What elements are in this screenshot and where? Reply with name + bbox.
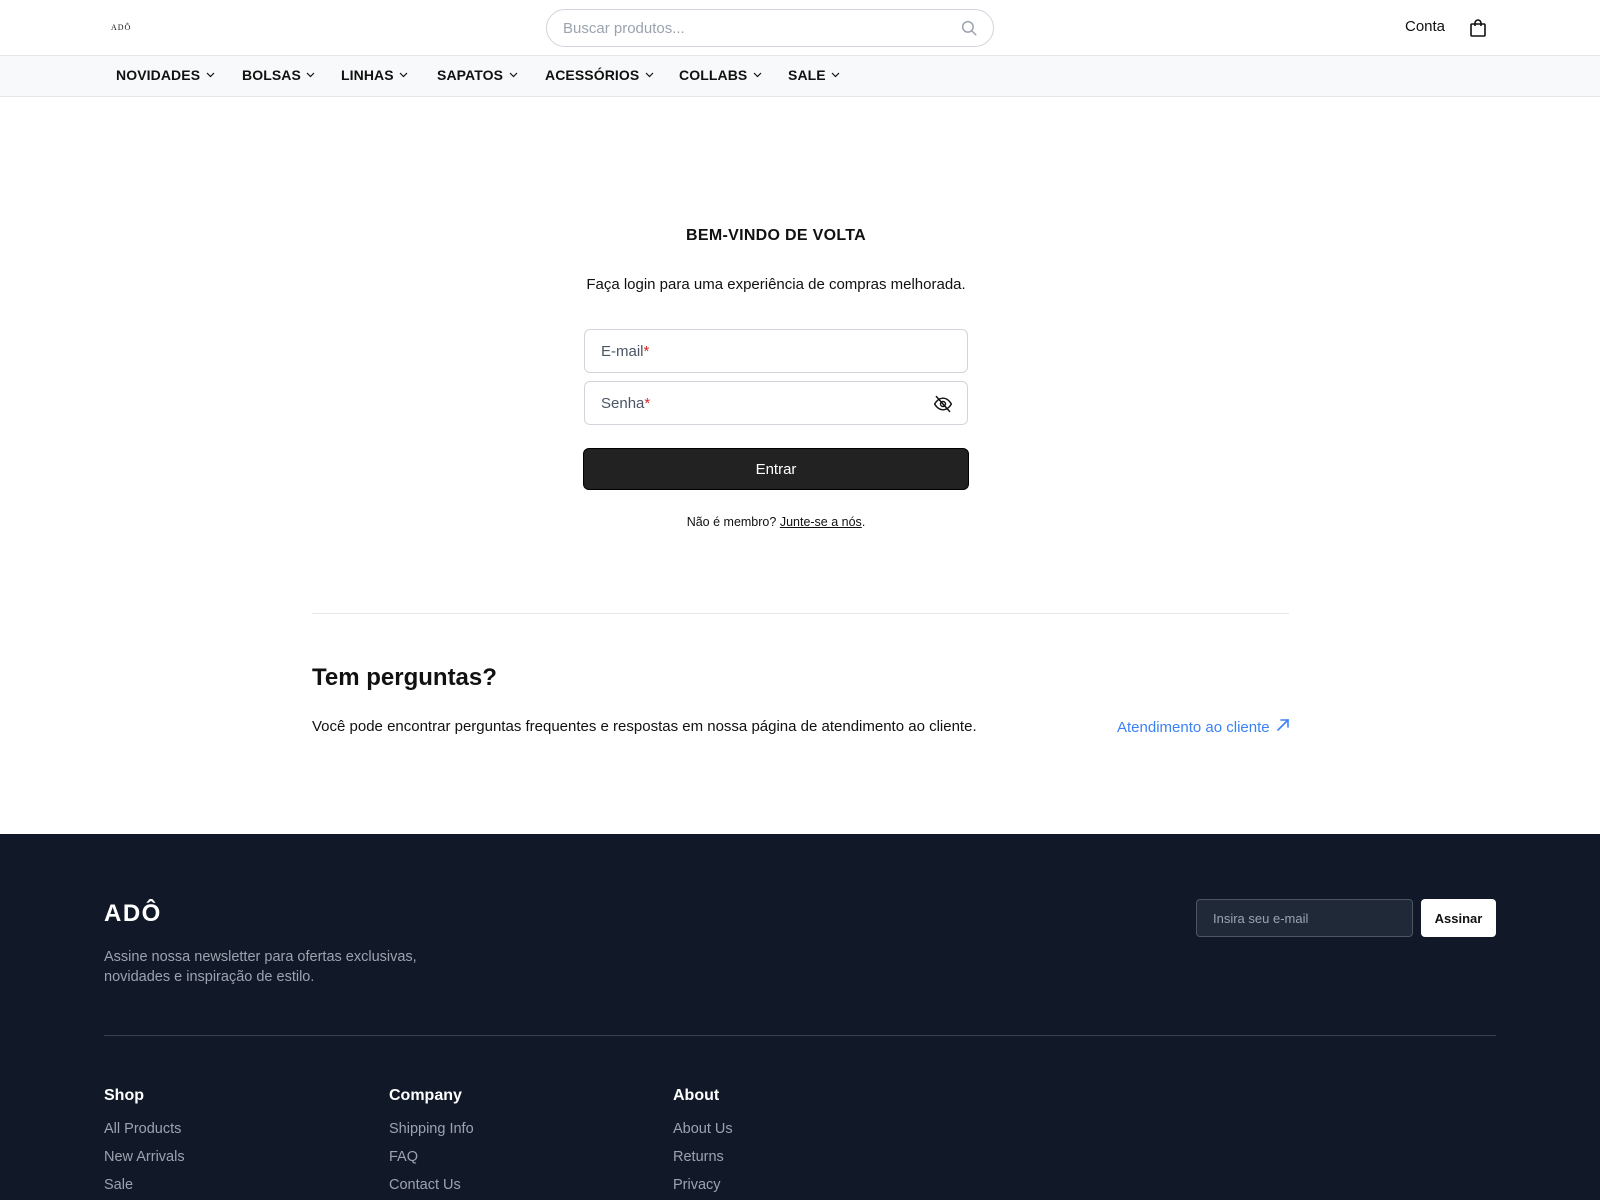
nav-item-label: NOVIDADES — [116, 67, 201, 83]
subscribe-button[interactable]: Assinar — [1421, 899, 1496, 937]
account-link[interactable]: Conta — [1405, 18, 1445, 35]
footer-column-shop: Shop All Products New Arrivals Sale — [104, 1087, 185, 1200]
nav-item-label: BOLSAS — [242, 67, 301, 83]
faq-title: Tem perguntas? — [312, 664, 497, 691]
section-divider — [312, 613, 1289, 614]
nav-item-label: ACESSÓRIOS — [545, 67, 640, 83]
chevron-down-icon — [205, 70, 215, 80]
faq-text: Você pode encontrar perguntas frequentes… — [312, 718, 977, 735]
nav-item-label: SALE — [788, 67, 826, 83]
footer-link[interactable]: All Products — [104, 1119, 185, 1147]
chevron-down-icon — [399, 70, 409, 80]
required-mark: * — [644, 394, 651, 412]
nav-item-collabs[interactable]: COLLABS — [679, 67, 762, 83]
nav-item-linhas[interactable]: LINHAS — [341, 67, 409, 83]
footer-link[interactable]: Sale — [104, 1175, 185, 1200]
site-footer: ADÔ Assine nossa newsletter para ofertas… — [0, 834, 1600, 1200]
footer-link[interactable]: About Us — [673, 1119, 733, 1147]
email-label: E-mail* — [601, 342, 650, 360]
logo[interactable]: ADÔ — [111, 23, 131, 32]
nav-item-label: LINHAS — [341, 67, 394, 83]
footer-link[interactable]: FAQ — [389, 1147, 474, 1175]
footer-column-title: Company — [389, 1087, 462, 1104]
footer-divider — [104, 1035, 1496, 1036]
nav-item-sapatos[interactable]: SAPATOS — [437, 67, 518, 83]
top-header: ADÔ Conta — [0, 0, 1600, 56]
shopping-bag-icon[interactable] — [1468, 17, 1488, 39]
main-nav: NOVIDADES BOLSAS LINHAS SAPATOS ACESSÓRI… — [0, 56, 1600, 97]
chevron-down-icon — [752, 70, 762, 80]
eye-off-icon[interactable] — [933, 394, 953, 414]
join-link[interactable]: Junte-se a nós — [780, 515, 862, 529]
footer-link[interactable]: Contact Us — [389, 1175, 474, 1200]
chevron-down-icon — [831, 70, 841, 80]
email-field[interactable]: E-mail* — [584, 329, 968, 373]
nav-item-label: SAPATOS — [437, 67, 504, 83]
nav-item-sale[interactable]: SALE — [788, 67, 841, 83]
footer-column-company: Company Shipping Info FAQ Contact Us — [389, 1087, 474, 1200]
required-mark: * — [643, 342, 650, 360]
nav-item-label: COLLABS — [679, 67, 748, 83]
password-label: Senha* — [601, 394, 651, 412]
chevron-down-icon — [508, 70, 518, 80]
member-prompt: Não é membro? Junte-se a nós. — [686, 515, 866, 529]
footer-link[interactable]: Privacy — [673, 1175, 733, 1200]
login-button[interactable]: Entrar — [583, 448, 969, 490]
arrow-up-right-icon — [1276, 718, 1290, 736]
footer-brand: ADÔ — [104, 900, 162, 927]
customer-service-link[interactable]: Atendimento ao cliente — [1117, 718, 1290, 736]
search-input[interactable] — [563, 19, 959, 37]
chevron-down-icon — [306, 70, 316, 80]
footer-link[interactable]: New Arrivals — [104, 1147, 185, 1175]
nav-item-bolsas[interactable]: BOLSAS — [242, 67, 316, 83]
footer-link[interactable]: Returns — [673, 1147, 733, 1175]
footer-column-about: About About Us Returns Privacy — [673, 1087, 733, 1200]
footer-column-title: Shop — [104, 1087, 144, 1104]
nav-item-acessorios[interactable]: ACESSÓRIOS — [545, 67, 654, 83]
newsletter-email-input[interactable] — [1196, 899, 1413, 937]
search-icon[interactable] — [959, 18, 979, 38]
footer-description: Assine nossa newsletter para ofertas exc… — [104, 949, 417, 985]
login-subtitle: Faça login para uma experiência de compr… — [586, 276, 966, 293]
chevron-down-icon — [644, 70, 654, 80]
nav-item-novidades[interactable]: NOVIDADES — [116, 67, 215, 83]
password-field[interactable]: Senha* — [584, 381, 968, 425]
search-bar[interactable] — [546, 9, 994, 47]
footer-link[interactable]: Shipping Info — [389, 1119, 474, 1147]
login-title: BEM-VINDO DE VOLTA — [686, 227, 866, 244]
footer-column-title: About — [673, 1087, 720, 1104]
